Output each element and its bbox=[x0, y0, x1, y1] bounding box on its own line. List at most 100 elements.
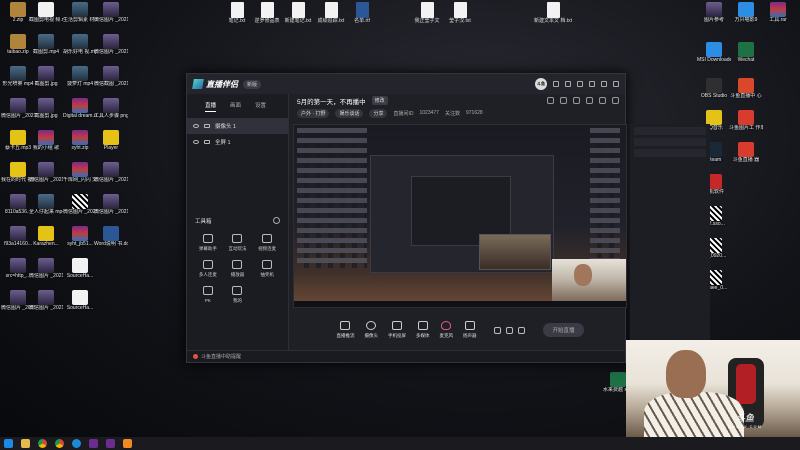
windows-start-icon[interactable] bbox=[4, 439, 13, 448]
tool-interactive-play[interactable]: 互动玩法 bbox=[223, 234, 253, 252]
tool-player[interactable]: 播放器 bbox=[223, 260, 253, 278]
camera-button[interactable]: 摄像头 bbox=[364, 321, 378, 339]
home-icon[interactable] bbox=[599, 97, 606, 104]
settings-icon[interactable] bbox=[565, 81, 571, 87]
desktop-icon[interactable]: 微信图片 _202107... bbox=[29, 258, 63, 288]
desktop-icon[interactable]: 新建文本文 档.txt bbox=[531, 2, 575, 24]
desktop-icon[interactable]: 工具.rar bbox=[761, 2, 795, 32]
source-item-camera[interactable]: 摄像头 1 bbox=[187, 118, 288, 134]
speaker-button[interactable]: 扬声器 bbox=[463, 321, 476, 339]
record-icon[interactable] bbox=[494, 326, 502, 334]
desktop-icon[interactable]: 全人仔起来 mp4 bbox=[29, 194, 63, 224]
desktop-icon[interactable]: SourceHa... bbox=[63, 290, 97, 320]
desktop-icon[interactable]: 斗鱼图片工 作单 bbox=[729, 110, 763, 140]
edit-title-button[interactable]: 修改 bbox=[371, 96, 388, 105]
desktop-icon[interactable]: 万兴喵影9 bbox=[729, 2, 763, 32]
bell-icon[interactable] bbox=[586, 97, 593, 104]
close-icon[interactable] bbox=[613, 81, 619, 87]
microphone-button[interactable]: 麦克风 bbox=[439, 321, 453, 339]
desktop-icon[interactable]: 我的小组 歌 bbox=[29, 130, 63, 160]
desktop-icon[interactable]: 微信图片 _202108... bbox=[94, 162, 128, 192]
message-icon[interactable] bbox=[553, 81, 559, 87]
category-pill[interactable]: 户外 · 打野 bbox=[297, 108, 330, 118]
desktop-icon[interactable]: OBS Studio bbox=[697, 78, 731, 108]
tool-multi-link[interactable]: 多人连麦 bbox=[193, 260, 223, 278]
desktop-icon[interactable]: 胡乐好电 视.mp4 bbox=[63, 34, 97, 64]
desktop-icon[interactable]: 莹子汉.txt bbox=[438, 2, 482, 24]
stream-push-button[interactable]: 直播推流 bbox=[336, 321, 354, 339]
gear-icon[interactable] bbox=[612, 97, 619, 104]
desktop-icon[interactable]: 截图剪.jpg bbox=[29, 98, 63, 128]
lock-icon[interactable] bbox=[204, 140, 210, 144]
toolbox-collapse-icon[interactable] bbox=[273, 217, 280, 224]
premiere-icon[interactable] bbox=[106, 439, 115, 448]
eye-icon[interactable] bbox=[193, 140, 199, 144]
tool-lottery[interactable]: 抽奖机 bbox=[252, 260, 282, 278]
desktop-icon[interactable]: 菠萝灯 mp4 bbox=[63, 66, 97, 96]
desktop-icon[interactable]: SourceHa... bbox=[63, 258, 97, 288]
photoshop-icon[interactable] bbox=[89, 439, 98, 448]
desktop-icon[interactable]: 斗鱼直播中 心 bbox=[729, 78, 763, 108]
source-item-fullscreen[interactable]: 全屏 1 bbox=[187, 134, 288, 150]
desktop-icon[interactable]: syht.zip bbox=[63, 130, 97, 160]
avatar[interactable]: 斗鱼 bbox=[535, 78, 547, 90]
browser-icon[interactable] bbox=[55, 439, 64, 448]
notification-icon[interactable] bbox=[547, 97, 554, 104]
desktop-icon[interactable]: 截图剪.mp4 bbox=[29, 34, 63, 64]
desktop-icon[interactable]: Karazhen... bbox=[29, 226, 63, 256]
tool-pk[interactable]: PK bbox=[193, 286, 223, 304]
desktop-icon[interactable]: 千库网_闪闪 文字.zip bbox=[63, 162, 97, 192]
gear-icon[interactable] bbox=[518, 326, 526, 334]
internet-icon[interactable] bbox=[72, 439, 81, 448]
timer-icon[interactable] bbox=[506, 326, 514, 334]
tab-scene[interactable]: 画面 bbox=[230, 101, 241, 112]
live-companion-icon[interactable] bbox=[123, 439, 132, 448]
start-live-button[interactable]: 开始直播 bbox=[543, 323, 584, 337]
desktop-icon[interactable]: 微信图片 _2021042... bbox=[94, 34, 128, 64]
chrome-icon[interactable] bbox=[38, 439, 47, 448]
lock-icon[interactable] bbox=[204, 124, 210, 128]
desktop-icon[interactable]: Digital dream.rar bbox=[63, 98, 97, 128]
preview-taskbar bbox=[294, 301, 626, 307]
share-icon[interactable] bbox=[573, 97, 580, 104]
minimize-icon[interactable] bbox=[589, 81, 595, 87]
desktop-icon[interactable]: 微信图片 _202106... bbox=[94, 194, 128, 224]
camera-icon bbox=[366, 321, 377, 330]
desktop-icon[interactable]: 截图剪电视 频.mp4 bbox=[29, 2, 63, 32]
desktop-icon[interactable]: 微信图片 _2021071... bbox=[94, 2, 128, 32]
lock-icon[interactable] bbox=[560, 97, 567, 104]
desktop-icon[interactable]: 微信图片 _202106... bbox=[29, 162, 63, 192]
tool-video-link[interactable]: 视频连麦 bbox=[252, 234, 282, 252]
tool-danmu-assistant[interactable]: 弹幕助手 bbox=[193, 234, 223, 252]
desktop-icon[interactable]: 微信图片 _202106... bbox=[63, 194, 97, 224]
multimedia-button[interactable]: 多媒体 bbox=[416, 321, 429, 339]
tool-mine[interactable]: 我的 bbox=[223, 286, 253, 304]
desktop-icon[interactable]: 工具人步骤 png bbox=[94, 98, 128, 128]
tags-pill[interactable]: 娱乐谈话 bbox=[335, 108, 364, 118]
desktop-icon[interactable]: 生活剪辑素 材.mp4 bbox=[63, 2, 97, 32]
file-explorer-icon[interactable] bbox=[21, 439, 30, 448]
warning-icon bbox=[193, 354, 198, 359]
share-pill[interactable]: 分享 bbox=[369, 108, 388, 118]
desktop-icon[interactable]: 微信截图 _202108... bbox=[94, 66, 128, 96]
desktop-icon[interactable]: 截图剪.jpg bbox=[29, 66, 63, 96]
phone-cast-button[interactable]: 手机投屏 bbox=[388, 321, 406, 339]
version-badge[interactable]: 新版 bbox=[243, 79, 262, 89]
desktop-icon[interactable]: Wechat bbox=[729, 42, 763, 72]
desktop-icon[interactable]: 微信图片 _202108... bbox=[29, 290, 63, 320]
desktop-icon[interactable]: 名单.rtf bbox=[340, 2, 384, 24]
desktop-icon[interactable]: Word说明 书.docx bbox=[94, 226, 128, 256]
tab-settings[interactable]: 设置 bbox=[255, 101, 266, 112]
camera-overlay[interactable] bbox=[552, 259, 626, 307]
desktop-icon[interactable]: MSI Downloader bbox=[697, 42, 731, 72]
desktop-icon[interactable]: 图片参考 bbox=[697, 2, 731, 32]
tab-live[interactable]: 直播 bbox=[205, 101, 217, 112]
stream-preview[interactable] bbox=[293, 124, 627, 308]
app-title-bar: 直播伴侣 新版 斗鱼 bbox=[187, 74, 625, 94]
skin-icon[interactable] bbox=[577, 81, 583, 87]
eye-icon[interactable] bbox=[193, 124, 199, 128]
maximize-icon[interactable] bbox=[601, 81, 607, 87]
desktop-icon[interactable]: Player bbox=[94, 130, 128, 160]
desktop-icon[interactable]: 斗鱼直播 器 bbox=[729, 142, 763, 172]
desktop-icon[interactable]: syht_jb51... bbox=[63, 226, 97, 256]
